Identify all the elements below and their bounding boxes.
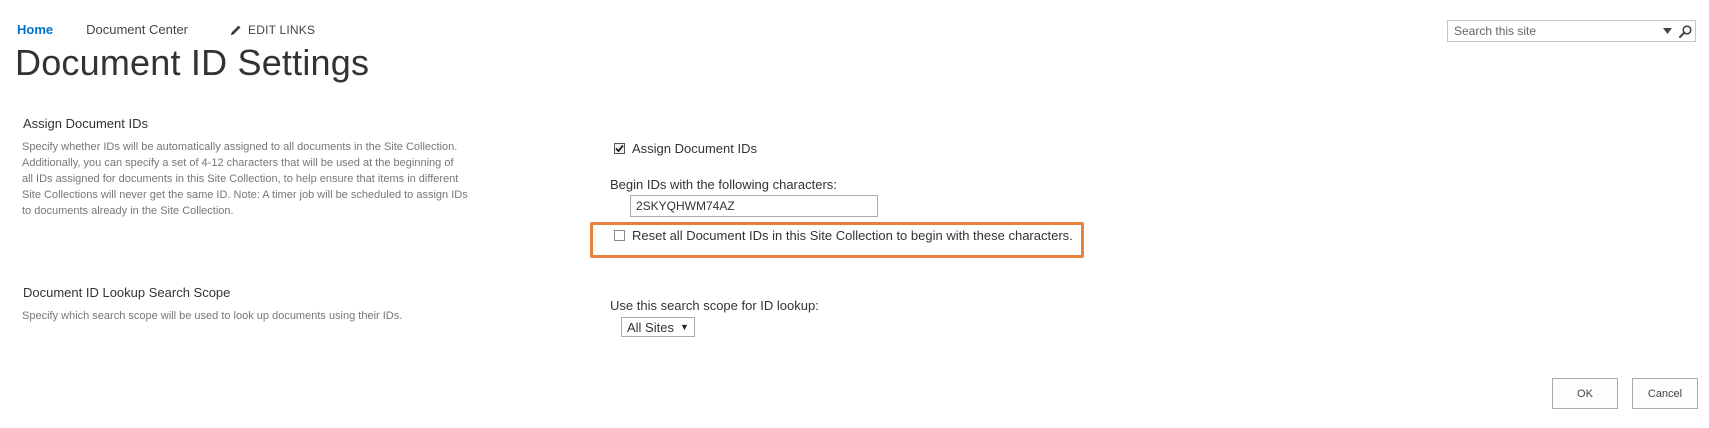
lookup-section-title: Document ID Lookup Search Scope: [23, 285, 231, 300]
reset-ids-checkbox[interactable]: [614, 230, 625, 241]
edit-links-label: EDIT LINKS: [248, 22, 316, 37]
assign-description-line: Specify whether IDs will be automaticall…: [22, 141, 458, 153]
search-scope-dropdown[interactable]: [1659, 21, 1675, 41]
begin-ids-label: Begin IDs with the following characters:: [610, 177, 837, 192]
assign-description-line: Additionally, you can specify a set of 4…: [22, 157, 454, 169]
reset-ids-option: Reset all Document IDs in this Site Coll…: [614, 228, 1073, 243]
page-title: Document ID Settings: [15, 42, 370, 83]
assign-ids-option: Assign Document IDs: [614, 141, 757, 156]
search-box: [1447, 20, 1696, 42]
search-input[interactable]: [1448, 22, 1659, 40]
assign-section-description: Specify whether IDs will be automaticall…: [22, 139, 522, 219]
ok-button[interactable]: OK: [1552, 378, 1618, 409]
pencil-icon: [231, 25, 241, 35]
search-icon: [1678, 24, 1692, 38]
assign-section-title: Assign Document IDs: [23, 116, 148, 131]
search-scope-value: All Sites: [627, 319, 674, 335]
edit-links-button[interactable]: EDIT LINKS: [230, 23, 315, 37]
search-scope-select[interactable]: All Sites ▼: [621, 317, 695, 337]
top-navigation: Home Document Center EDIT LINKS: [17, 22, 315, 37]
chevron-down-icon: [1662, 28, 1672, 34]
nav-document-center-link[interactable]: Document Center: [86, 22, 188, 37]
search-button[interactable]: [1675, 21, 1695, 41]
assign-description-line: all IDs assigned for documents in this S…: [22, 173, 459, 185]
reset-ids-label: Reset all Document IDs in this Site Coll…: [632, 228, 1073, 243]
page: Home Document Center EDIT LINKS Document…: [0, 0, 1709, 428]
search-scope-label: Use this search scope for ID lookup:: [610, 298, 819, 313]
assign-ids-label: Assign Document IDs: [632, 141, 757, 156]
assign-ids-checkbox[interactable]: [614, 143, 625, 154]
nav-home-link[interactable]: Home: [17, 22, 53, 37]
begin-ids-input[interactable]: [630, 195, 878, 217]
cancel-button[interactable]: Cancel: [1632, 378, 1698, 409]
lookup-section-description: Specify which search scope will be used …: [22, 310, 403, 322]
checkmark-icon: [615, 144, 624, 153]
dropdown-arrow-icon: ▼: [679, 322, 689, 332]
assign-description-line: Site Collections will never get the same…: [22, 189, 468, 201]
assign-description-line: to documents already in the Site Collect…: [22, 205, 234, 217]
